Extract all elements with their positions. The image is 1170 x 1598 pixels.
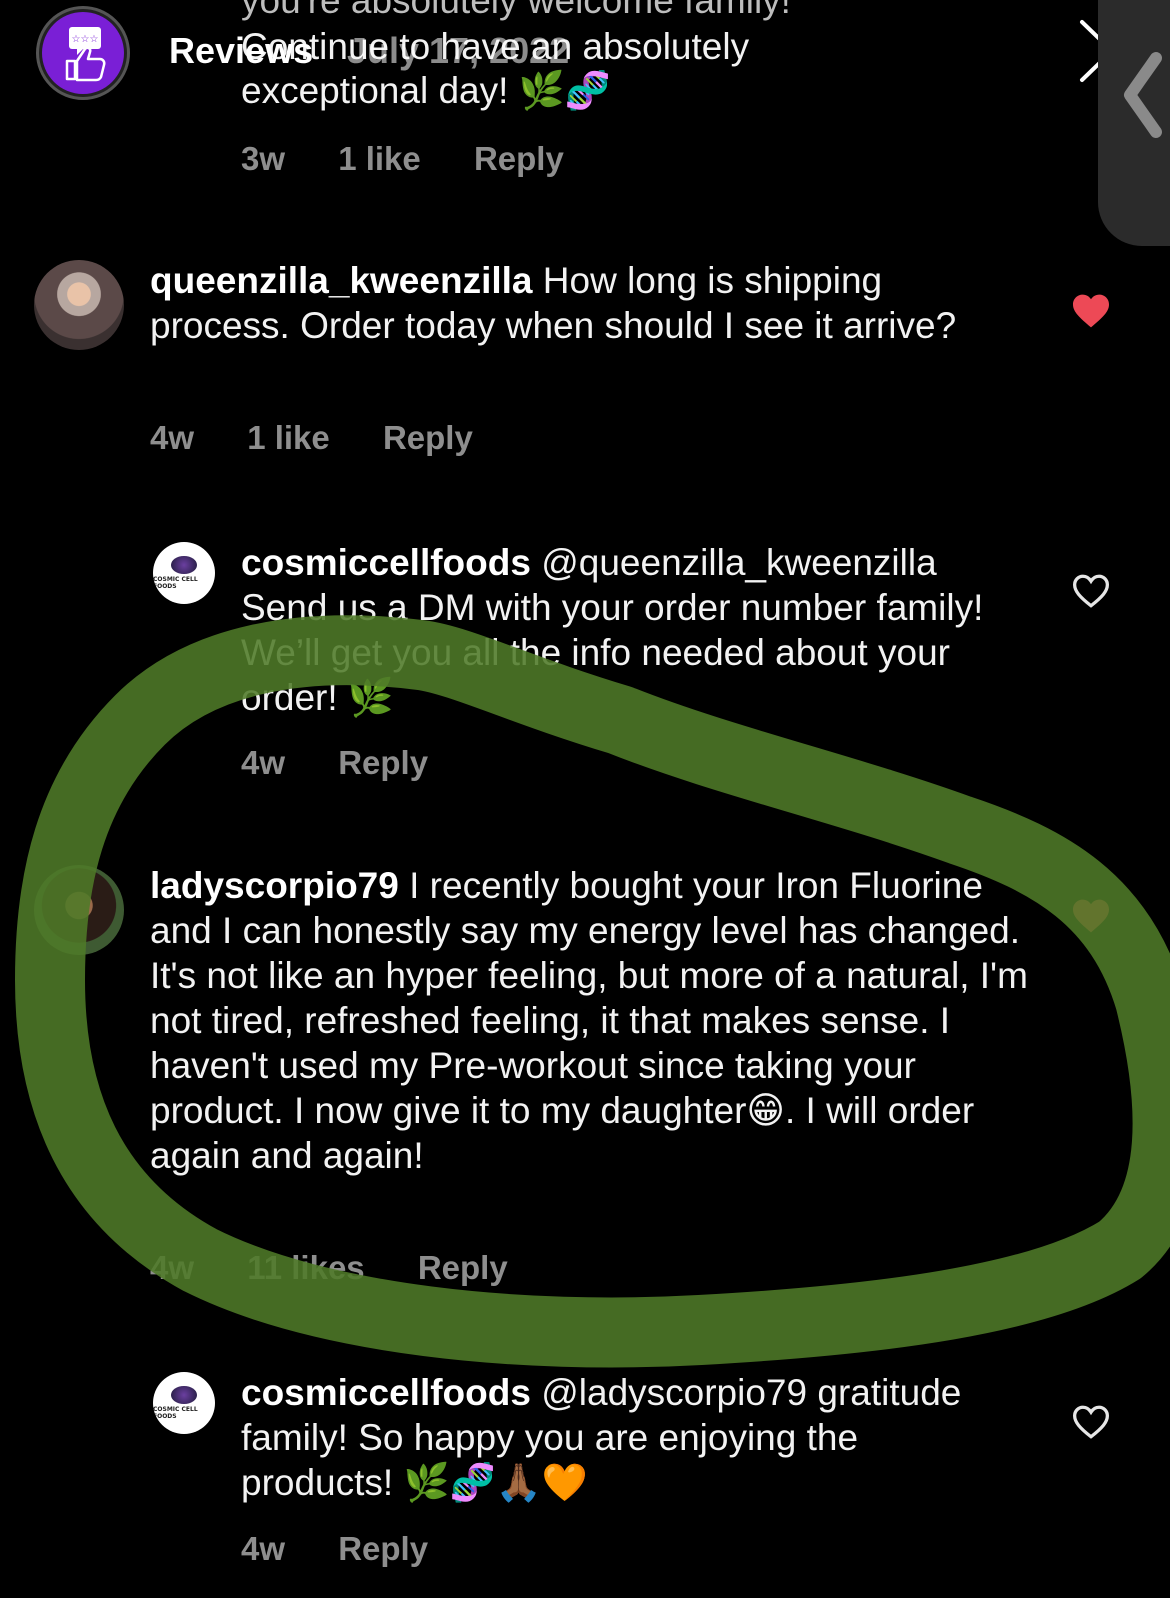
like-button[interactable] (1071, 573, 1111, 614)
like-button[interactable] (1071, 1404, 1111, 1445)
comment-likes[interactable]: 11 likes (247, 1249, 364, 1286)
comment-time: 4w (241, 744, 286, 781)
comment-body: queenzilla_kweenzilla How long is shippi… (150, 258, 1010, 348)
svg-text:☆☆☆: ☆☆☆ (72, 34, 99, 45)
reply-button[interactable]: Reply (418, 1249, 508, 1286)
story-date: July 17, 2022 (347, 30, 570, 71)
back-chevron-icon (1124, 52, 1162, 138)
comment-mention[interactable]: @ladyscorpio79 (541, 1372, 807, 1413)
comment-time: 4w (241, 1530, 286, 1567)
comment-meta: 4w Reply (241, 744, 472, 782)
comment-time: 4w (150, 419, 195, 456)
story-title: Reviews (169, 30, 314, 71)
comment-text: I recently bought your Iron Fluorine and… (150, 865, 1028, 1176)
comment-text: Send us a DM with your order number fami… (241, 587, 984, 718)
comment-likes[interactable]: 1 like (338, 140, 421, 177)
comment-username[interactable]: queenzilla_kweenzilla (150, 260, 532, 301)
comment-meta: 4w 1 like Reply (150, 419, 517, 457)
reviews-badge-icon: ☆☆☆ (42, 12, 124, 94)
comment-likes[interactable]: 1 like (247, 419, 330, 456)
reply-button[interactable]: Reply (338, 744, 428, 781)
comment-meta: 4w Reply (241, 1530, 472, 1568)
comment-body: cosmiccellfoods @queenzilla_kweenzilla S… (241, 540, 1011, 720)
comment-time: 4w (150, 1249, 195, 1286)
comment-time: 3w (241, 140, 286, 177)
comment-body: cosmiccellfoods @ladyscorpio79 gratitude… (241, 1370, 1011, 1505)
avatar[interactable] (34, 260, 124, 350)
back-panel[interactable] (1098, 0, 1170, 246)
avatar[interactable] (34, 865, 124, 955)
heart-icon (1073, 294, 1109, 328)
heart-icon (1073, 899, 1109, 933)
avatar[interactable]: COSMIC CELL FOODS (153, 1372, 215, 1434)
heart-outline-icon (1072, 574, 1110, 608)
reply-button[interactable]: Reply (474, 140, 564, 177)
reviews-highlight-avatar[interactable]: ☆☆☆ (36, 6, 130, 100)
reply-button[interactable]: Reply (338, 1530, 428, 1567)
comment-username[interactable]: cosmiccellfoods (241, 1372, 531, 1413)
heart-outline-icon (1072, 1405, 1110, 1439)
comment-meta: 4w 11 likes Reply (150, 1249, 552, 1287)
avatar[interactable]: COSMIC CELL FOODS (153, 542, 215, 604)
like-button[interactable] (1071, 898, 1111, 939)
comment-mention[interactable]: @queenzilla_kweenzilla (541, 542, 936, 583)
comment-username[interactable]: cosmiccellfoods (241, 542, 531, 583)
comment-username[interactable]: ladyscorpio79 (150, 865, 399, 906)
top-comment-line-3: exceptional day! 🌿🧬 (241, 70, 611, 111)
reply-button[interactable]: Reply (383, 419, 473, 456)
top-comment-meta: 3w 1 like Reply (241, 140, 608, 178)
like-button[interactable] (1071, 293, 1111, 334)
top-comment-partial-line: you're absolutely welcome family! (241, 0, 791, 21)
highlight-scribble (15, 615, 1170, 1368)
comment-body: ladyscorpio79 I recently bought your Iro… (150, 863, 1030, 1178)
